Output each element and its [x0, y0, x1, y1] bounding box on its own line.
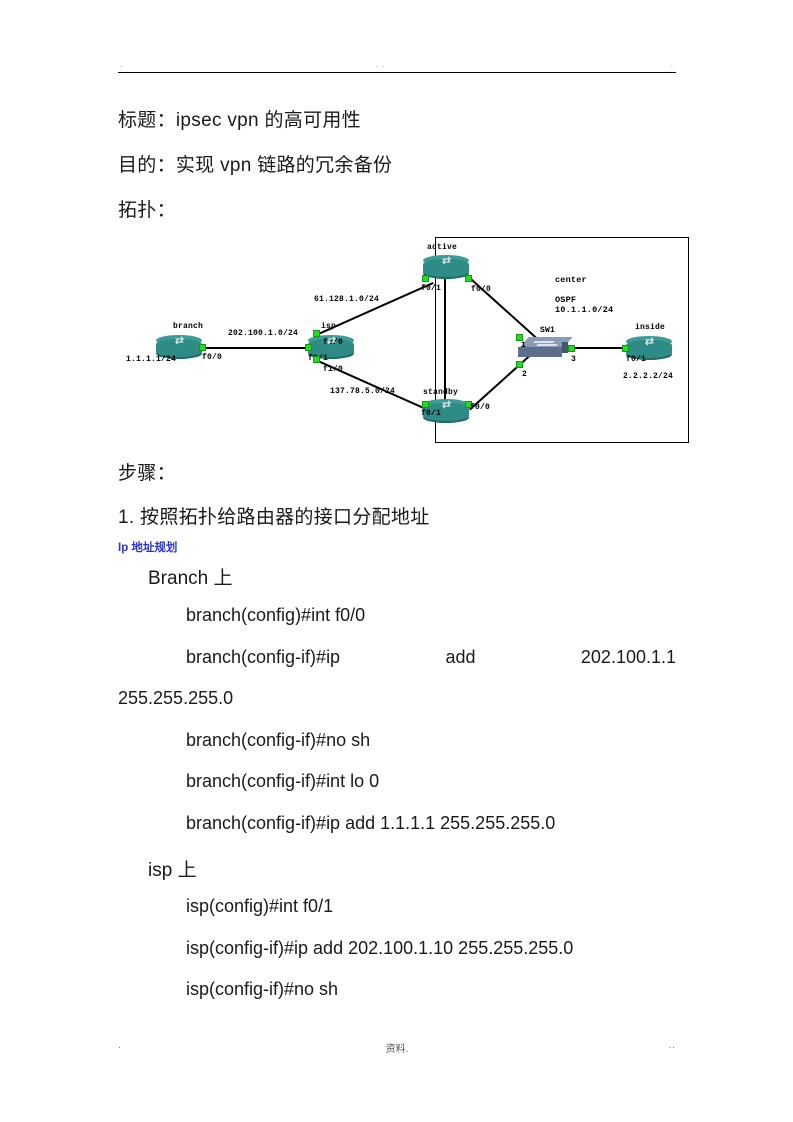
footer-right: .. — [668, 1040, 676, 1051]
label-sw1-name: SW1 — [540, 326, 556, 335]
port-dot-sw1-3[interactable] — [568, 345, 575, 352]
command-line: branch(config-if)#int lo 0 — [186, 771, 380, 791]
router-arrows-icon: ⇄ — [441, 399, 451, 411]
label-active-f01: f0/1 — [421, 284, 442, 293]
port-dot-active-f00[interactable] — [465, 275, 472, 282]
command-part-2: add — [445, 647, 476, 667]
label-isp-f10: f1/0 — [323, 365, 344, 374]
command-line-justified: branch(config-if)#ip add 202.100.1.1 — [186, 647, 676, 668]
router-arrows-icon: ⇄ — [441, 255, 451, 267]
link-branch-isp — [201, 347, 307, 349]
port-dot-sw1-2[interactable] — [516, 361, 523, 368]
switch-bar — [533, 341, 555, 343]
page-footer: . 资料. .. — [118, 1040, 676, 1056]
router-active[interactable]: ⇄ — [423, 255, 469, 281]
steps-label: 步骤： — [118, 463, 176, 484]
port-dot-sw1-1[interactable] — [516, 334, 523, 341]
label-inside-f01: f0/1 — [626, 355, 647, 364]
port-dot-isp-f10[interactable] — [313, 356, 320, 363]
label-inside-ip: 2.2.2.2/24 — [623, 372, 674, 381]
label-link-isp-standby: 137.78.5.0/24 — [330, 387, 396, 396]
label-branch-loopback: 1.1.1.1/24 — [126, 355, 177, 364]
port-dot-isp-f01[interactable] — [305, 344, 312, 351]
step-1-heading: 1. 按照拓扑给路由器的接口分配地址 — [118, 507, 430, 528]
document-page: . . . . 标题：ipsec vpn 的高可用性 目的：实现 vpn 链路的… — [0, 0, 793, 1122]
label-isp-name: isp — [321, 322, 337, 331]
router-arrows-icon: ⇄ — [326, 335, 336, 347]
label-sw1-port2: 2 — [522, 370, 528, 379]
label-center-name: center — [555, 275, 587, 285]
label-branch-name: branch — [173, 322, 204, 331]
header-rule — [118, 72, 676, 73]
command-part-3: 202.100.1.1 — [580, 647, 676, 667]
ip-plan-note: Ip 地址规划 — [118, 542, 178, 554]
command-line-wrapped: 255.255.255.0 — [118, 688, 234, 708]
port-dot-standby-f01[interactable] — [422, 401, 429, 408]
command-line: branch(config-if)#ip add 1.1.1.1 255.255… — [186, 813, 556, 833]
command-part-1: branch(config-if)#ip — [186, 647, 341, 667]
port-dot-active-f01[interactable] — [422, 275, 429, 282]
label-standby-name: standby — [423, 388, 459, 397]
label-active-name: active — [427, 243, 458, 252]
network-topology-diagram: ⇄ branch 1.1.1.1/24 f0/0 202.100.1.0/24 … — [118, 237, 690, 444]
command-line: isp(config-if)#ip add 202.100.1.10 255.2… — [186, 938, 574, 958]
command-line: isp(config)#int f0/1 — [186, 896, 334, 916]
port-dot-branch-f00[interactable] — [199, 344, 206, 351]
label-sw1-port1: 1 — [521, 341, 527, 350]
page-title: 标题：ipsec vpn 的高可用性 — [118, 110, 361, 131]
command-line: branch(config-if)#no sh — [186, 730, 371, 750]
label-center-subnet: 10.1.1.0/24 — [555, 305, 614, 315]
label-center-protocol: OSPF — [555, 295, 577, 305]
header-mark-left: . — [120, 62, 123, 69]
header-mark-right: . — [671, 62, 674, 69]
port-dot-inside-f01[interactable] — [622, 345, 629, 352]
label-link-branch-isp: 202.100.1.0/24 — [228, 329, 299, 338]
isp-section-heading: isp 上 — [148, 860, 197, 881]
router-arrows-icon: ⇄ — [644, 336, 654, 348]
footer-center: 资料. — [385, 1044, 409, 1055]
purpose-line: 目的：实现 vpn 链路的冗余备份 — [118, 155, 393, 176]
branch-section-heading: Branch 上 — [148, 568, 233, 589]
label-sw1-port3: 3 — [571, 355, 577, 364]
command-line: isp(config-if)#no sh — [186, 979, 339, 999]
command-line: branch(config)#int f0/0 — [186, 605, 366, 625]
label-branch-f00: f0/0 — [202, 353, 223, 362]
header-mark-center: . . — [376, 62, 385, 69]
label-standby-f00: f0/0 — [470, 403, 491, 412]
label-link-isp-active: 61.128.1.0/24 — [314, 295, 380, 304]
router-arrows-icon: ⇄ — [174, 335, 184, 347]
topology-label: 拓扑： — [118, 200, 176, 221]
label-inside-name: inside — [635, 323, 666, 332]
label-active-f00: f0/0 — [471, 285, 492, 294]
switch-bar — [536, 344, 558, 346]
page-header: . . . . — [118, 60, 676, 74]
